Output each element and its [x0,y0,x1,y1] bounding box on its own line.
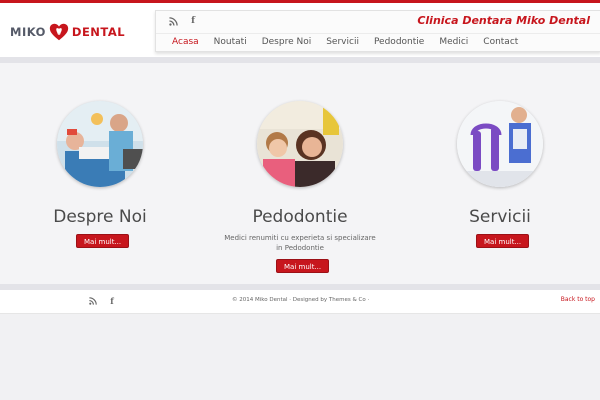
nav-item-contact[interactable]: Contact [468,34,518,52]
feature-title: Despre Noi [53,207,147,227]
footer-social-icons: f [88,296,117,306]
logo-text-dental: DENTAL [71,25,126,39]
nav-item-despre-noi[interactable]: Despre Noi [247,34,312,52]
nav-item-servicii[interactable]: Servicii [311,34,359,52]
feature-description: Medici renumiti cu experieta si speciali… [224,234,376,252]
nav-item-medici[interactable]: Medici [424,34,468,52]
header-social-icons: f [168,16,198,26]
dental-treatment-photo[interactable] [57,101,143,187]
facebook-icon[interactable]: f [107,296,117,306]
feature-pedodontie: Pedodontie Medici renumiti cu experieta … [200,63,400,284]
rss-icon[interactable] [168,16,178,26]
nav-item-acasa[interactable]: Acasa [156,34,199,52]
logo-text-miko: MIKO [10,25,46,39]
nav-item-pedodontie[interactable]: Pedodontie [359,34,424,52]
pediatric-dentistry-photo[interactable] [257,101,343,187]
dental-services-photo[interactable] [457,101,543,187]
rss-icon[interactable] [88,296,98,306]
mai-mult-button[interactable]: Mai mult... [276,259,330,273]
feature-servicii: Servicii Mai mult... [400,63,600,284]
mai-mult-button[interactable]: Mai mult... [476,234,530,248]
main-nav: Acasa Noutati Despre Noi Servicii Pedodo… [156,33,600,52]
navigation-box: f Clinica Dentara Miko Dental Acasa Nout… [155,10,600,52]
nav-item-noutati[interactable]: Noutati [199,34,247,52]
site-footer: f © 2014 Miko Dental · Designed by Theme… [0,290,600,314]
copyright-text: © 2014 Miko Dental · Designed by Themes … [232,297,370,303]
site-header: MIKO DENTAL f Clinica Dentara Miko Denta… [0,3,600,57]
feature-title: Pedodontie [252,207,348,227]
feature-despre-noi: Despre Noi Mai mult... [0,63,200,284]
feature-title: Servicii [469,207,531,227]
facebook-icon[interactable]: f [188,16,198,26]
site-logo[interactable]: MIKO DENTAL [10,16,128,48]
features-section: Despre Noi Mai mult... Pedodontie Medici… [0,63,600,284]
heart-tooth-icon [49,23,69,41]
mai-mult-button[interactable]: Mai mult... [76,234,130,248]
clinic-title: Clinica Dentara Miko Dental [417,14,590,27]
back-to-top-link[interactable]: Back to top [561,296,595,303]
